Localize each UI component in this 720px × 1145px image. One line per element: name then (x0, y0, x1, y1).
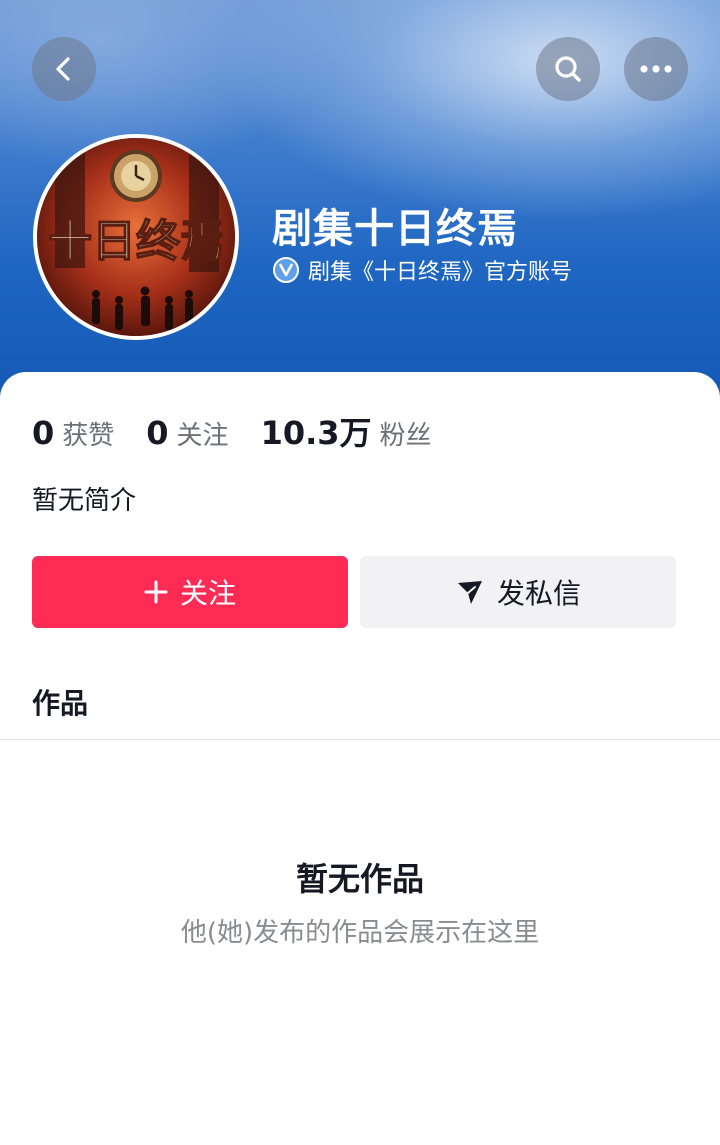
verification-row: 剧集《十日终焉》官方账号 (272, 254, 572, 286)
bio-text: 暂无简介 (32, 486, 137, 516)
profile-card: 0 获赞 0 关注 10.3万 粉丝 暂无简介 关注 发私信 作品 暂无作品 他… (0, 372, 720, 1145)
back-button[interactable] (32, 37, 96, 101)
divider (0, 739, 720, 740)
more-horizontal-icon (640, 65, 672, 73)
stat-value: 0 (32, 414, 55, 452)
stat-label: 粉丝 (379, 421, 432, 451)
stat-value: 0 (146, 414, 169, 452)
stat-likes[interactable]: 0 获赞 (32, 414, 114, 452)
stat-followers[interactable]: 10.3万 粉丝 (261, 408, 432, 454)
stat-following[interactable]: 0 关注 (146, 414, 228, 452)
search-icon (555, 56, 581, 82)
search-button[interactable] (536, 37, 600, 101)
avatar-title-art: 十日终焉 (48, 216, 224, 267)
plus-icon (144, 580, 168, 604)
profile-name: 剧集十日终焉 (272, 206, 518, 252)
verification-text: 剧集《十日终焉》官方账号 (308, 260, 573, 285)
message-button-label: 发私信 (496, 577, 581, 610)
more-button[interactable] (624, 37, 688, 101)
avatar-poster-image: 十日终焉 (37, 138, 235, 336)
avatar[interactable]: 十日终焉 (33, 134, 239, 340)
empty-state-title: 暂无作品 (295, 860, 424, 898)
stats-row: 0 获赞 0 关注 10.3万 粉丝 (32, 408, 464, 454)
follow-button[interactable]: 关注 (32, 556, 348, 628)
empty-state-subtitle: 他(她)发布的作品会展示在这里 (180, 918, 540, 948)
stat-label: 关注 (176, 421, 229, 451)
send-icon (457, 581, 482, 604)
stat-label: 获赞 (62, 421, 115, 451)
follow-button-label: 关注 (179, 577, 236, 610)
stat-value: 10.3万 (260, 414, 372, 452)
message-button[interactable]: 发私信 (360, 556, 676, 628)
verified-badge-icon (273, 257, 299, 283)
chevron-left-icon (56, 57, 70, 81)
tab-works[interactable]: 作品 (32, 682, 88, 722)
